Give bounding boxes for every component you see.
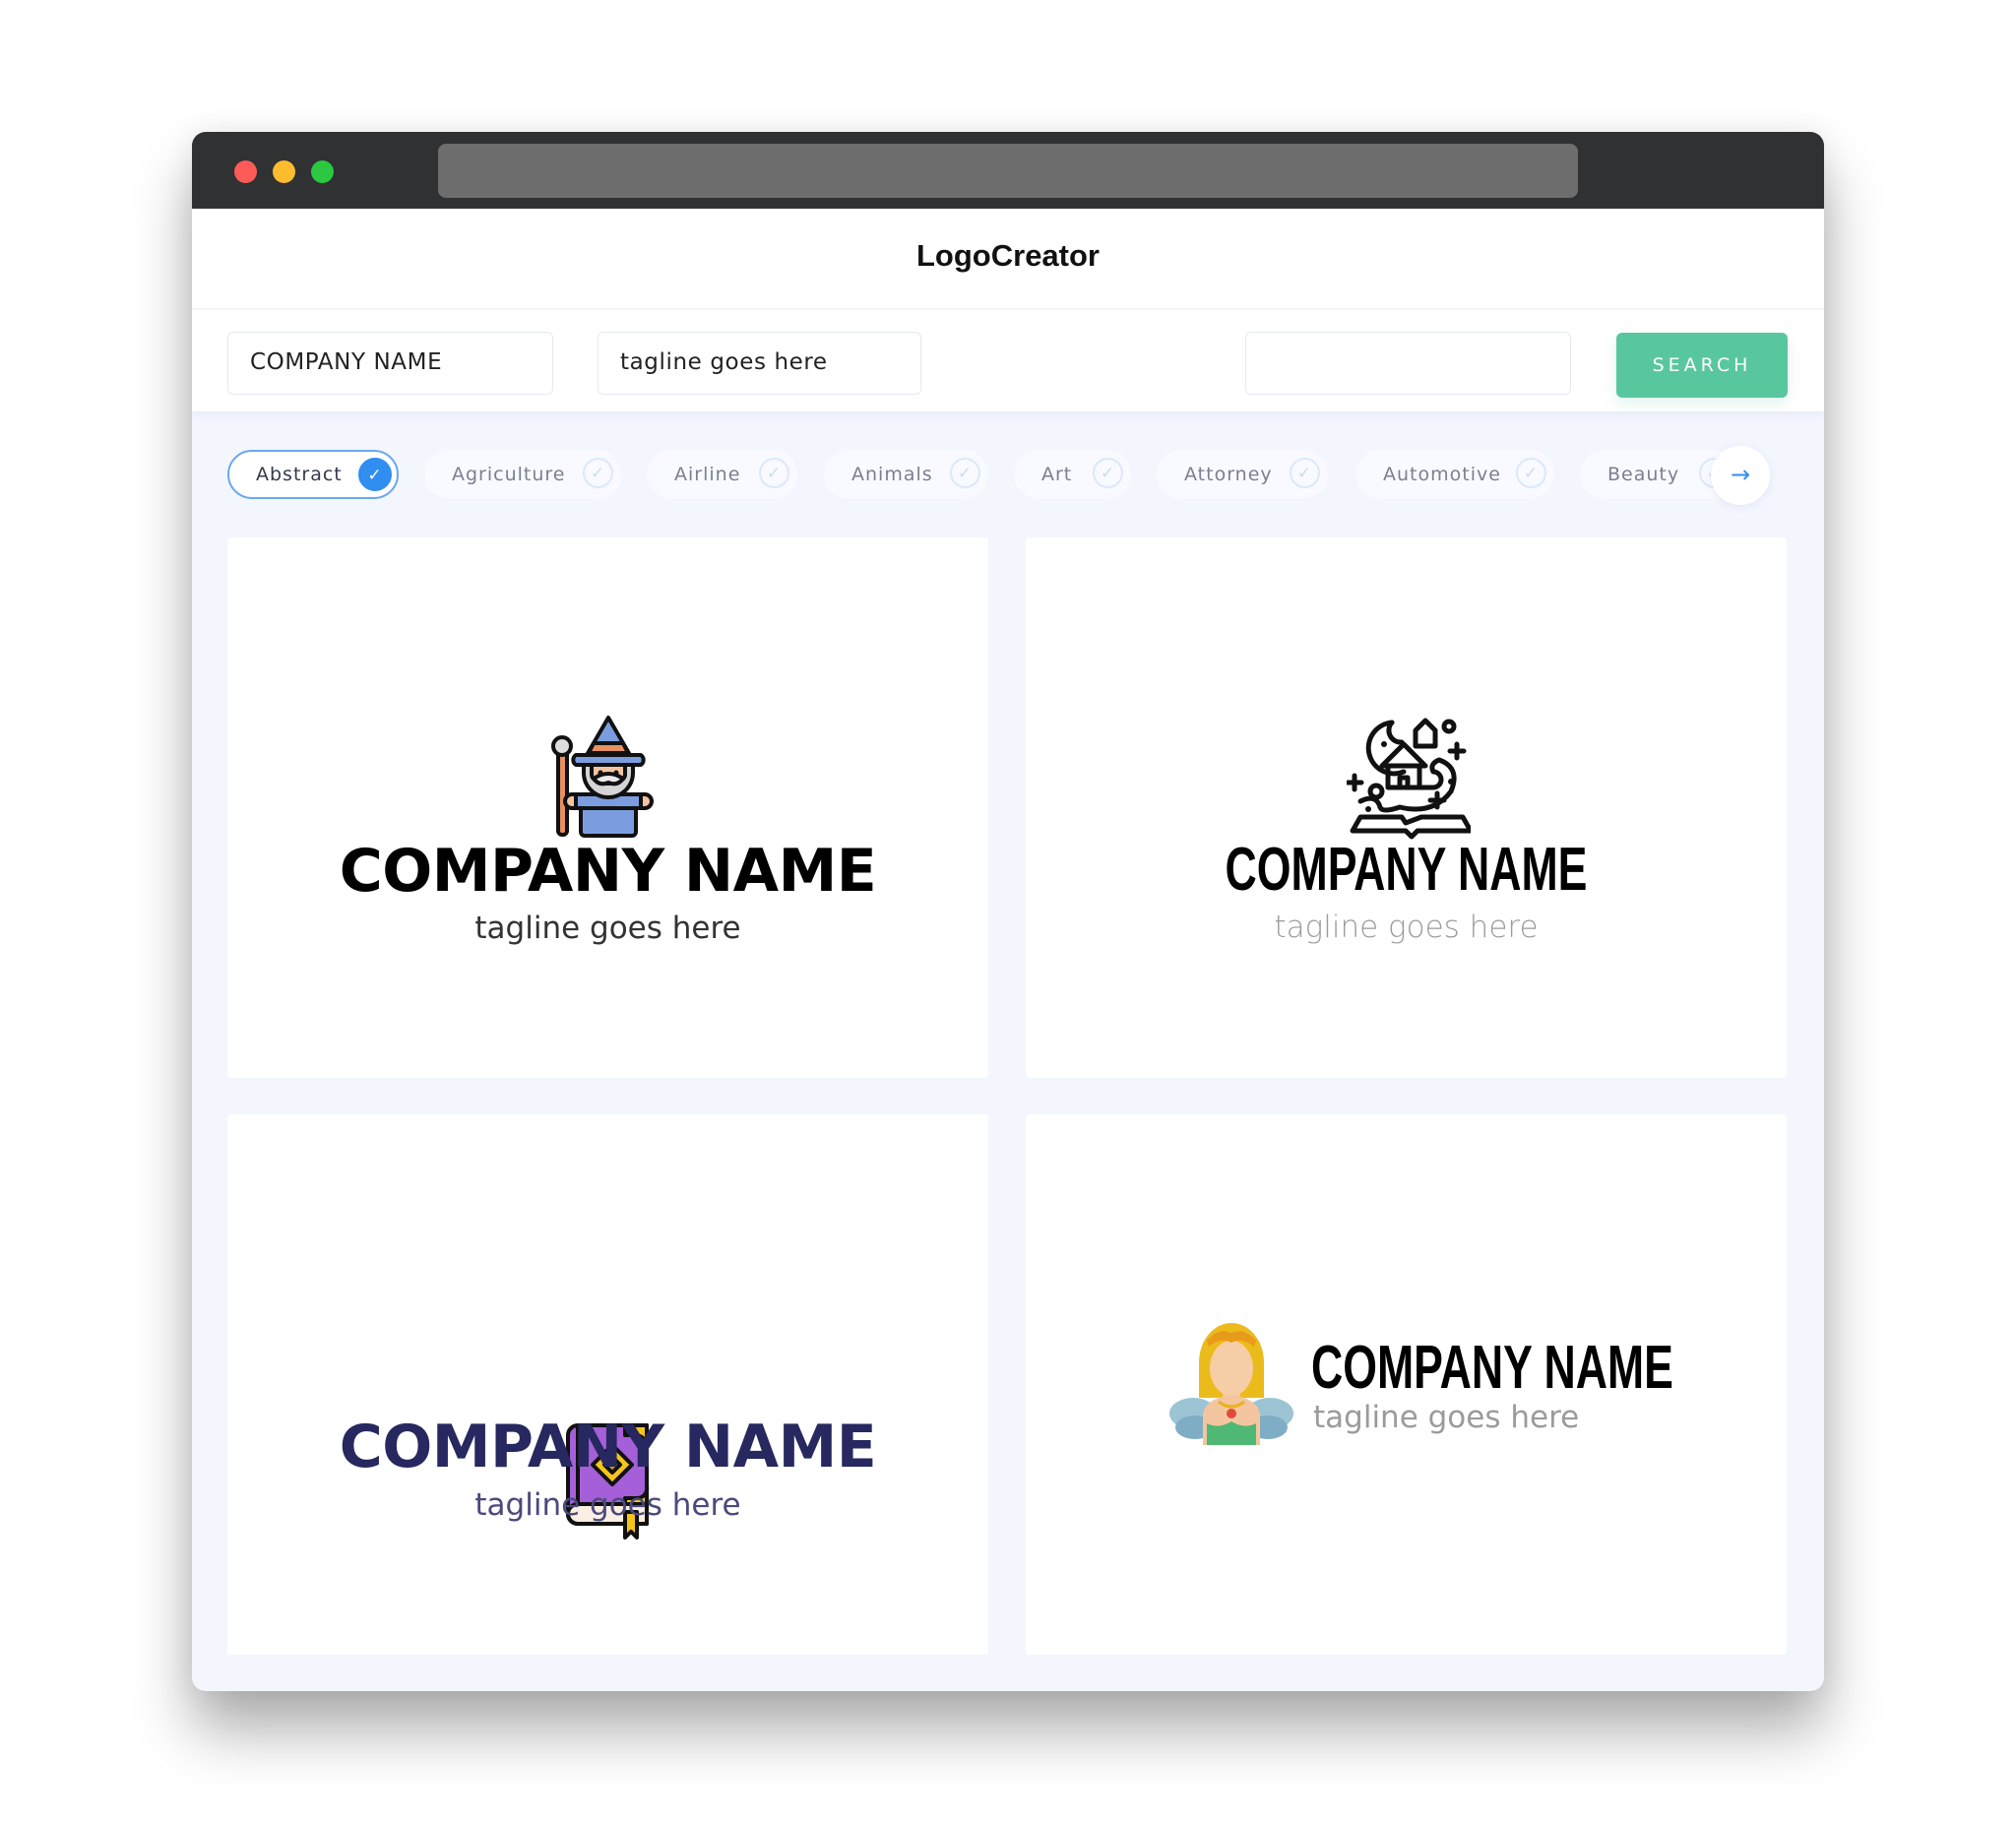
logo-tagline: tagline goes here: [1274, 910, 1539, 945]
category-label: Animals: [851, 464, 933, 485]
logo-card[interactable]: COMPANY NAME tagline goes here: [1026, 1114, 1787, 1655]
title-bar: [192, 132, 1824, 209]
wizard-icon: [551, 716, 654, 838]
category-label: Airline: [674, 464, 741, 485]
check-icon: ✓: [759, 458, 789, 488]
search-button[interactable]: SEARCH: [1616, 333, 1788, 398]
category-chip-attorney[interactable]: Attorney ✓: [1157, 450, 1328, 499]
category-filter-bar: Abstract ✓ Agriculture ✓ Airline ✓ Anima…: [192, 450, 1824, 499]
app-header: LogoCreator: [192, 209, 1824, 308]
category-chip-airline[interactable]: Airline ✓: [647, 450, 797, 499]
category-label: Automotive: [1383, 464, 1501, 485]
logo-company-name: COMPANY NAME: [339, 837, 877, 906]
category-chip-animals[interactable]: Animals ✓: [824, 450, 988, 499]
check-icon: ✓: [583, 458, 613, 488]
close-window-button[interactable]: [234, 160, 257, 183]
logo-tagline: tagline goes here: [474, 911, 741, 946]
minimize-window-button[interactable]: [273, 160, 295, 183]
check-icon: ✓: [1516, 458, 1546, 488]
logo-company-name: COMPANY NAME: [1225, 836, 1588, 904]
category-chip-art[interactable]: Art ✓: [1014, 450, 1131, 499]
app-logo-title[interactable]: LogoCreator: [192, 238, 1824, 274]
address-bar[interactable]: [438, 144, 1578, 198]
check-icon: ✓: [1093, 458, 1123, 488]
category-chip-automotive[interactable]: Automotive ✓: [1355, 450, 1554, 499]
category-label: Art: [1041, 464, 1073, 485]
logo-card[interactable]: COMPANY NAME tagline goes here: [227, 1114, 988, 1655]
tagline-input[interactable]: tagline goes here: [598, 332, 921, 395]
keyword-input[interactable]: [1245, 332, 1571, 395]
category-label: Abstract: [256, 464, 343, 485]
logo-tagline: tagline goes here: [474, 1487, 741, 1523]
check-icon: ✓: [950, 458, 980, 488]
category-chip-abstract[interactable]: Abstract ✓: [227, 450, 399, 499]
fairy-icon: [1169, 1323, 1293, 1445]
category-label: Beauty: [1607, 464, 1680, 485]
category-label: Agriculture: [452, 464, 566, 485]
check-icon: ✓: [358, 458, 392, 491]
category-label: Attorney: [1184, 464, 1273, 485]
next-categories-arrow-icon[interactable]: →: [1711, 446, 1770, 505]
logo-company-name: COMPANY NAME: [1311, 1334, 1673, 1402]
maximize-window-button[interactable]: [311, 160, 334, 183]
category-chip-agriculture[interactable]: Agriculture ✓: [424, 450, 621, 499]
logo-search-toolbar: COMPANY NAME tagline goes here SEARCH: [192, 310, 1824, 411]
logo-company-name: COMPANY NAME: [339, 1413, 877, 1481]
browser-window: LogoCreator COMPANY NAME tagline goes he…: [192, 132, 1824, 1691]
fairytale-book-icon: [1347, 718, 1471, 840]
company-name-input[interactable]: COMPANY NAME: [227, 332, 553, 395]
logo-card[interactable]: COMPANY NAME tagline goes here: [227, 537, 988, 1078]
logo-card[interactable]: COMPANY NAME tagline goes here: [1026, 537, 1787, 1078]
check-icon: ✓: [1290, 458, 1320, 488]
logo-tagline: tagline goes here: [1313, 1400, 1580, 1435]
